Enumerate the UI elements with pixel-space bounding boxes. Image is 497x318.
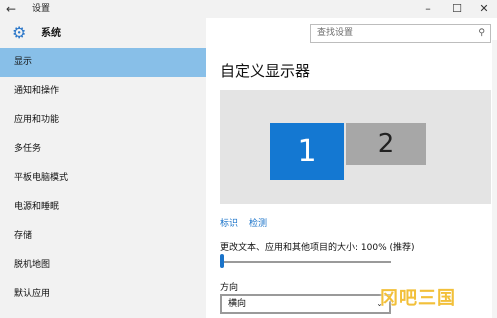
monitor-1-tile[interactable]: 1	[270, 123, 344, 180]
scrollbar[interactable]	[492, 40, 497, 318]
monitor-2-tile[interactable]: 2	[346, 123, 426, 165]
sidebar-item-power-sleep[interactable]: 电源和睡眠	[0, 193, 206, 222]
minimize-button[interactable]: –	[414, 0, 442, 18]
sidebar-header[interactable]: ⚙ 系统	[0, 22, 206, 46]
sidebar-item-tablet-mode[interactable]: 平板电脑模式	[0, 164, 206, 193]
search-input[interactable]: 查找设置 ⚲	[310, 24, 491, 43]
sidebar-item-storage[interactable]: 存储	[0, 222, 206, 251]
sidebar-item-default-apps[interactable]: 默认应用	[0, 280, 206, 309]
monitor-preview: 1 2	[220, 90, 491, 204]
scale-slider-track[interactable]	[221, 261, 391, 263]
sidebar-item-display[interactable]: 显示	[0, 48, 206, 77]
page-title: 自定义显示器	[220, 62, 311, 80]
sidebar: ⚙ 系统 显示 通知和操作 应用和功能 多任务 平板电脑模式 电源和睡眠 存储 …	[0, 18, 206, 318]
sidebar-header-label: 系统	[41, 28, 61, 39]
maximize-button[interactable]: ☐	[443, 0, 471, 18]
sidebar-nav: 显示 通知和操作 应用和功能 多任务 平板电脑模式 电源和睡眠 存储 脱机地图 …	[0, 48, 206, 309]
sidebar-item-offline-maps[interactable]: 脱机地图	[0, 251, 206, 280]
sidebar-item-apps[interactable]: 应用和功能	[0, 106, 206, 135]
sidebar-item-notifications[interactable]: 通知和操作	[0, 77, 206, 106]
search-icon[interactable]: ⚲	[478, 25, 485, 42]
detect-link[interactable]: 检测	[249, 216, 267, 229]
orientation-select[interactable]: 横向 ⌄	[220, 294, 391, 314]
window-title: 设置	[32, 4, 51, 14]
close-button[interactable]: ✕	[470, 0, 497, 18]
search-placeholder: 查找设置	[317, 28, 354, 38]
identify-link[interactable]: 标识	[220, 216, 238, 229]
scale-slider-thumb[interactable]	[220, 254, 224, 268]
title-bar: ← 设置 – ☐ ✕	[0, 0, 497, 18]
sidebar-item-multitasking[interactable]: 多任务	[0, 135, 206, 164]
orientation-value: 横向	[228, 299, 247, 309]
watermark-logo: 冈吧三国	[380, 288, 456, 309]
scale-label: 更改文本、应用和其他项目的大小: 100% (推荐)	[220, 243, 415, 253]
gear-icon: ⚙	[12, 23, 27, 42]
orientation-label: 方向	[220, 283, 239, 293]
back-arrow-icon[interactable]: ←	[6, 0, 16, 18]
